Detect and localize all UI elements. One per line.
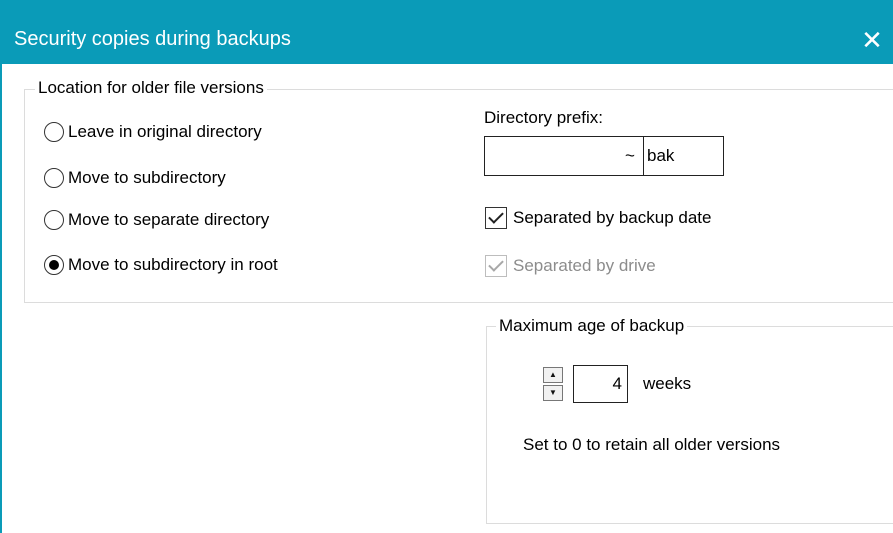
radio-button[interactable]: [44, 168, 64, 188]
title-bar: Security copies during backups ✕: [2, 0, 893, 64]
radio-button[interactable]: [44, 210, 64, 230]
radio-move-to-subdirectory-in-root[interactable]: Move to subdirectory in root: [44, 253, 278, 277]
radio-button-selected[interactable]: [44, 255, 64, 275]
retain-note: Set to 0 to retain all older versions: [523, 435, 781, 454]
radio-label: Move to subdirectory in root: [68, 255, 278, 274]
checkmark-icon: [488, 208, 504, 224]
checkbox-label: Separated by backup date: [513, 208, 712, 227]
radio-move-to-subdirectory[interactable]: Move to subdirectory: [44, 166, 226, 190]
radio-label: Leave in original directory: [68, 122, 262, 141]
age-unit-label: weeks: [643, 374, 692, 393]
checkbox-label: Separated by drive: [513, 256, 656, 275]
radio-leave-in-original[interactable]: Leave in original directory: [44, 120, 262, 144]
radio-button[interactable]: [44, 122, 64, 142]
max-age-group-legend: Maximum age of backup: [496, 316, 688, 336]
separated-by-backup-date-checkbox[interactable]: Separated by backup date: [485, 206, 711, 230]
window-title: Security copies during backups: [14, 28, 291, 50]
directory-prefix-input[interactable]: [484, 136, 644, 176]
checkbox-box[interactable]: [485, 207, 507, 229]
radio-label: Move to subdirectory: [68, 168, 226, 187]
max-age-input[interactable]: 4: [573, 365, 628, 403]
spin-down-arrow-icon[interactable]: ▼: [543, 385, 563, 401]
radio-move-to-separate-directory[interactable]: Move to separate directory: [44, 208, 269, 232]
spin-up-arrow-icon[interactable]: ▲: [543, 367, 563, 383]
location-group-legend: Location for older file versions: [35, 78, 267, 98]
directory-prefix-label: Directory prefix:: [484, 108, 604, 127]
age-spinner[interactable]: ▲ ▼: [543, 365, 573, 403]
max-age-groupbox: [486, 326, 893, 524]
separated-by-drive-checkbox: Separated by drive: [485, 254, 656, 278]
close-icon[interactable]: ✕: [849, 18, 893, 62]
checkmark-icon: [488, 256, 504, 272]
radio-label: Move to separate directory: [68, 210, 270, 229]
directory-suffix-field[interactable]: bak: [643, 136, 724, 176]
dialog-window: Security copies during backups ✕ Locatio…: [0, 0, 893, 533]
checkbox-box-disabled: [485, 255, 507, 277]
prefix-tilde: ~: [625, 146, 635, 165]
